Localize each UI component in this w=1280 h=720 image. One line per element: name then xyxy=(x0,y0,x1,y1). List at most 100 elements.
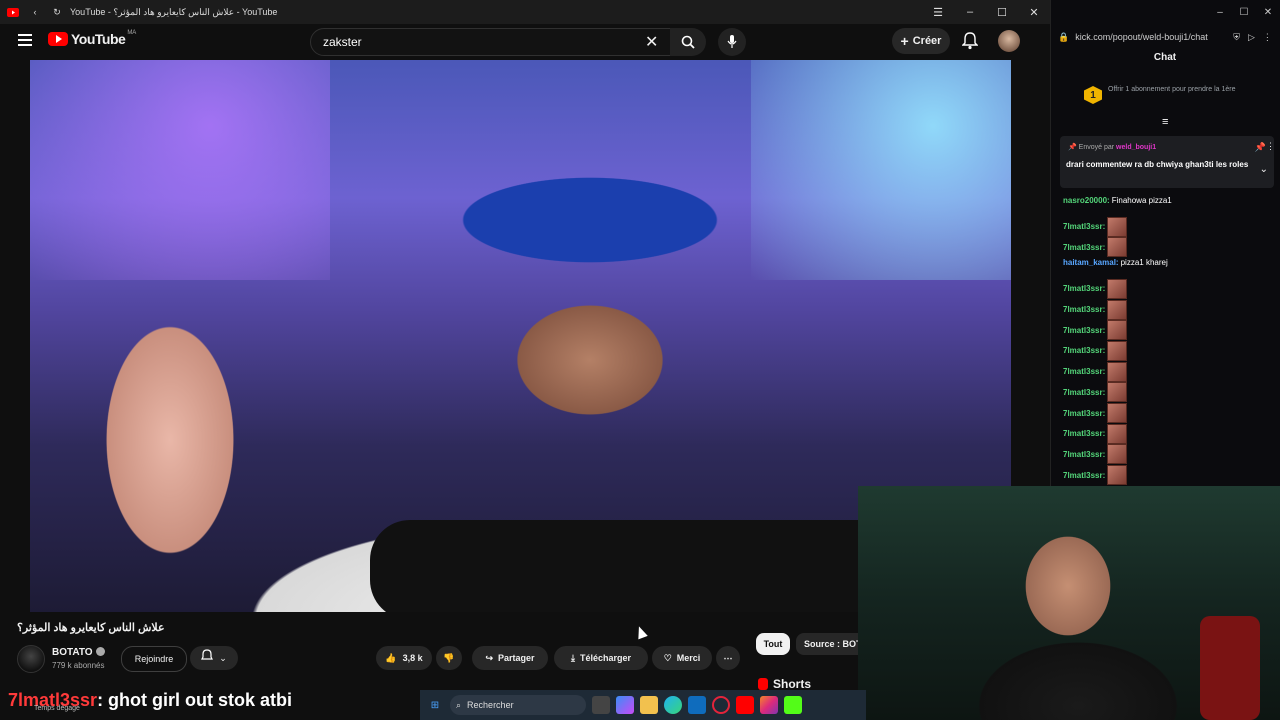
chat-window-controls: – ☐ ✕ xyxy=(1050,0,1280,24)
channel-avatar[interactable] xyxy=(17,645,45,673)
notifications-bell-icon[interactable] xyxy=(961,32,979,55)
reload-icon[interactable]: ↻ xyxy=(48,3,66,21)
share-icon: ↪ xyxy=(485,652,493,663)
join-button[interactable]: Rejoindre xyxy=(121,646,187,672)
verified-badge-icon xyxy=(96,647,105,656)
chat-url-bar[interactable]: 🔒 kick.com/popout/weld-bouji1/chat ⛨ ▷ ⋮ xyxy=(1050,26,1280,48)
instagram-icon[interactable] xyxy=(760,696,778,714)
search-icon xyxy=(681,35,695,49)
thanks-icon: ♡ xyxy=(663,652,672,663)
file-explorer-icon[interactable] xyxy=(640,696,658,714)
video-title: علاش الناس كايعايرو هاد المؤثر؟ xyxy=(17,622,165,634)
webcam-frame-detail xyxy=(1200,616,1260,720)
chat-message: 7lmatl3ssr: xyxy=(1063,299,1128,320)
chat-url: kick.com/popout/weld-bouji1/chat xyxy=(1075,32,1208,42)
account-avatar[interactable] xyxy=(998,30,1020,52)
pinned-sender: weld_bouji1 xyxy=(1116,144,1157,151)
dislike-button[interactable]: 👎 xyxy=(436,646,462,670)
chat-message: 7lmatl3ssr: xyxy=(1063,444,1128,465)
task-view-icon[interactable] xyxy=(592,696,610,714)
back-icon[interactable]: ‹ xyxy=(26,3,44,21)
share-button[interactable]: ↪ Partager xyxy=(472,646,548,670)
weather-caption: Temps dégagé xyxy=(34,705,80,712)
chip-source[interactable]: Source : BOTATO xyxy=(796,633,866,655)
channel-name[interactable]: BOTATO xyxy=(52,647,93,658)
filter-icon[interactable]: ≡ xyxy=(1162,116,1168,128)
copilot-icon[interactable] xyxy=(616,696,634,714)
chip-all[interactable]: Tout xyxy=(756,633,790,655)
taskbar-search[interactable]: ⌕ Rechercher xyxy=(450,695,586,715)
windows-start-icon[interactable]: ⊞ xyxy=(426,696,444,714)
download-icon: ⤓ xyxy=(570,652,575,663)
play-icon[interactable]: ▷ xyxy=(1248,32,1255,43)
chat-username[interactable]: nasro20000: xyxy=(1063,196,1110,205)
store-icon[interactable] xyxy=(688,696,706,714)
window-title: YouTube - علاش الناس كايعايرو هاد المؤثر… xyxy=(70,6,278,17)
video-frame-detail xyxy=(30,60,330,280)
thanks-button[interactable]: ♡ Merci xyxy=(652,646,712,670)
minimize-icon[interactable]: – xyxy=(1208,7,1232,18)
search-box: ✕ xyxy=(310,28,672,56)
chat-message: 7lmatl3ssr: xyxy=(1063,278,1128,299)
lock-icon: 🔒 xyxy=(1058,31,1070,42)
chat-username[interactable]: 7lmatl3ssr: xyxy=(1063,222,1105,231)
shorts-label: Shorts xyxy=(773,677,812,691)
chat-username[interactable]: 7lmatl3ssr: xyxy=(1063,243,1105,252)
subscription-bell-button[interactable]: ⌄ xyxy=(190,646,238,670)
unpin-icon[interactable]: 📌 xyxy=(1255,142,1266,153)
chat-emote-icon xyxy=(1107,340,1128,361)
chat-emote-icon xyxy=(1107,465,1128,486)
taskbar-search-label: Rechercher xyxy=(467,700,514,710)
youtube-logo[interactable]: YouTube MA xyxy=(48,30,136,47)
download-button[interactable]: ⤓ Télécharger xyxy=(554,646,648,670)
hamburger-menu-icon[interactable] xyxy=(18,33,32,51)
opera-icon[interactable] xyxy=(712,696,730,714)
chat-message: 7lmatl3ssr: xyxy=(1063,382,1128,403)
menu-icon[interactable]: ☰ xyxy=(922,0,954,24)
chat-username[interactable]: 7lmatl3ssr: xyxy=(1063,388,1105,397)
extension-icon[interactable]: ⛨ xyxy=(1233,32,1240,43)
bell-icon xyxy=(201,649,214,667)
chat-username[interactable]: 7lmatl3ssr: xyxy=(1063,409,1105,418)
search-input[interactable] xyxy=(321,34,645,50)
like-button[interactable]: 👍 3,8 k xyxy=(376,646,432,670)
chat-emote-icon xyxy=(1107,299,1128,320)
chat-username[interactable]: 7lmatl3ssr: xyxy=(1063,346,1105,355)
chat-message: 7lmatl3ssr: xyxy=(1063,403,1128,423)
voice-search-button[interactable] xyxy=(718,28,746,56)
chat-username[interactable]: 7lmatl3ssr: xyxy=(1063,367,1105,376)
chat-message: 7lmatl3ssr: xyxy=(1063,361,1128,382)
chat-username[interactable]: 7lmatl3ssr: xyxy=(1063,305,1105,314)
chat-username[interactable]: 7lmatl3ssr: xyxy=(1063,326,1105,335)
more-actions-button[interactable]: ⋯ xyxy=(716,646,740,670)
chat-message: 7lmatl3ssr: xyxy=(1063,465,1128,486)
chat-username[interactable]: 7lmatl3ssr: xyxy=(1063,284,1105,293)
chat-username[interactable]: haitam_kamal: xyxy=(1063,258,1119,267)
clear-search-icon[interactable]: ✕ xyxy=(645,32,658,52)
chat-username[interactable]: 7lmatl3ssr: xyxy=(1063,471,1105,480)
kick-icon[interactable] xyxy=(784,696,802,714)
more-vertical-icon[interactable]: ⋮ xyxy=(1266,141,1275,152)
share-label: Partager xyxy=(498,653,535,663)
gift-sub-promo[interactable]: 1 Offrir 1 abonnement pour prendre la 1è… xyxy=(1084,86,1254,104)
chat-username[interactable]: 7lmatl3ssr: xyxy=(1063,429,1105,438)
maximize-icon[interactable]: ☐ xyxy=(986,0,1018,24)
chat-username[interactable]: 7lmatl3ssr: xyxy=(1063,450,1105,459)
create-label: Créer xyxy=(912,35,942,47)
chevron-down-icon[interactable]: ⌄ xyxy=(1260,164,1268,175)
youtube-taskbar-icon[interactable] xyxy=(736,696,754,714)
thanks-label: Merci xyxy=(676,653,701,663)
chat-message: 7lmatl3ssr: xyxy=(1063,320,1128,341)
chat-header: Chat xyxy=(1153,52,1177,63)
more-vertical-icon[interactable]: ⋮ xyxy=(1263,32,1272,43)
create-button[interactable]: + Créer xyxy=(892,28,950,54)
pin-icon: 📌 xyxy=(1068,144,1077,151)
chevron-down-icon: ⌄ xyxy=(219,652,227,663)
maximize-icon[interactable]: ☐ xyxy=(1232,7,1256,18)
minimize-icon[interactable]: – xyxy=(954,0,986,24)
window-controls: ☰ – ☐ ✕ xyxy=(922,0,1050,24)
search-button[interactable] xyxy=(670,28,706,56)
edge-icon[interactable] xyxy=(664,696,682,714)
close-icon[interactable]: ✕ xyxy=(1256,7,1280,18)
close-icon[interactable]: ✕ xyxy=(1018,0,1050,24)
